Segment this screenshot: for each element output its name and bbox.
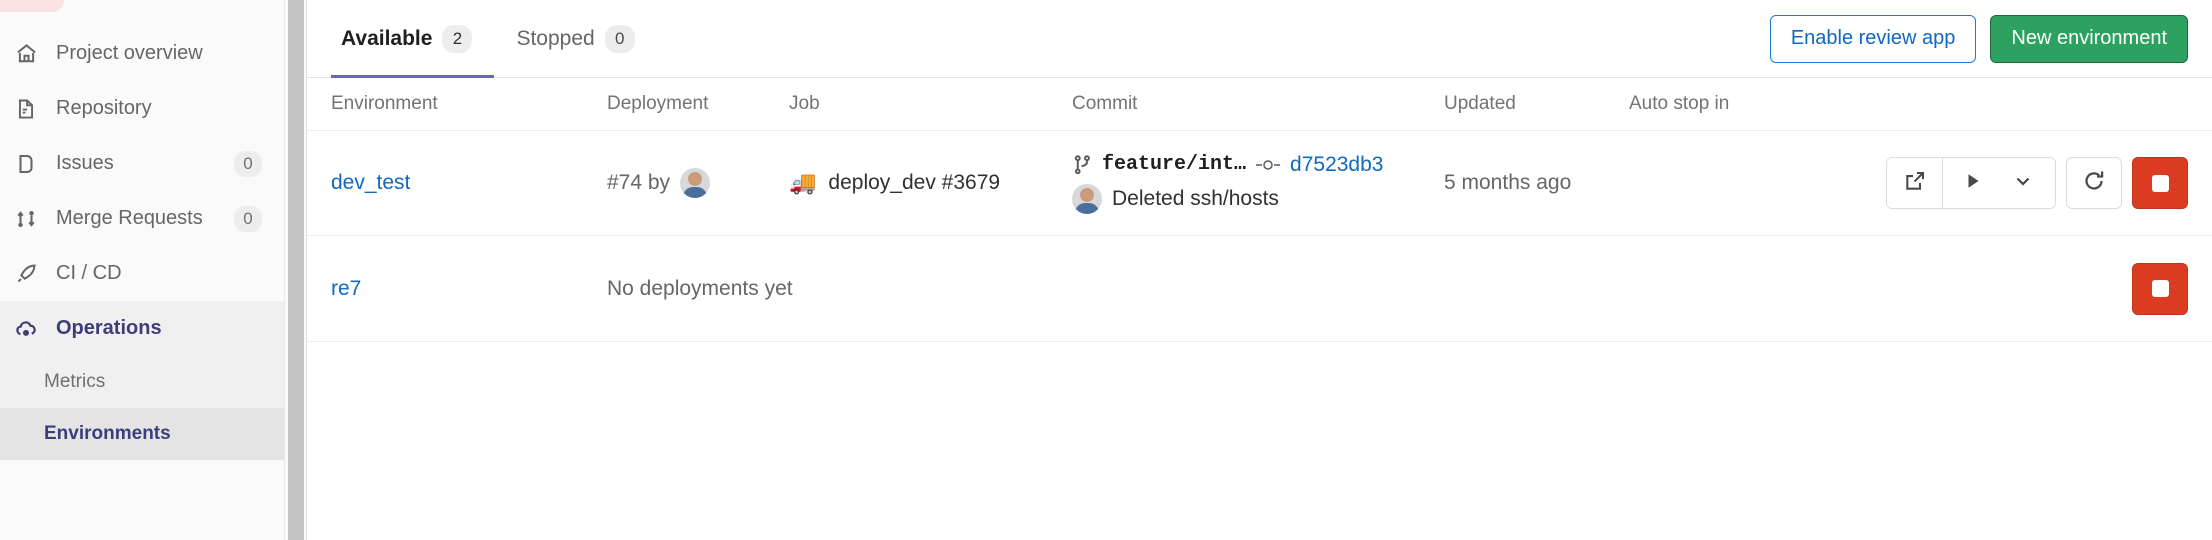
home-icon	[14, 42, 38, 66]
issue-icon	[14, 152, 38, 176]
document-icon	[14, 97, 38, 121]
environments-table: Environment Deployment Job Commit Update…	[307, 78, 2212, 342]
updated-timestamp: 5 months ago	[1444, 171, 1571, 194]
column-header-job: Job	[789, 93, 1072, 115]
no-deployments-text: No deployments yet	[607, 277, 793, 300]
tab-stopped[interactable]: Stopped 0	[494, 0, 656, 78]
chevron-down-icon	[2013, 171, 2033, 196]
job-name: deploy_dev #3679	[828, 171, 1000, 195]
deployment-cell: #74 by	[607, 168, 789, 198]
main-content: Available 2 Stopped 0 Enable review app …	[307, 0, 2212, 540]
cloud-gear-icon	[14, 317, 38, 341]
tab-label: Available	[341, 27, 432, 51]
issues-count-badge: 0	[234, 151, 262, 177]
column-header-auto-stop-in: Auto stop in	[1629, 93, 1869, 115]
new-environment-button[interactable]: New environment	[1990, 15, 2188, 63]
sidebar-section-label: Operations	[56, 317, 262, 340]
tab-label: Stopped	[516, 27, 594, 51]
tab-count-badge: 2	[442, 25, 472, 53]
stop-icon	[2152, 175, 2169, 192]
commit-sha-link[interactable]: d7523db3	[1290, 153, 1383, 177]
stop-environment-button[interactable]	[2132, 157, 2188, 209]
job-cell[interactable]: 🚚 deploy_dev #3679	[789, 171, 1072, 195]
page-scrollbar[interactable]	[285, 0, 307, 540]
commit-cell: feature/int… d7523db3 Deleted ssh/hosts	[1072, 153, 1444, 214]
sidebar-item-label: Issues	[56, 152, 216, 175]
play-dropdown-button[interactable]	[1999, 157, 2055, 209]
tabbar-actions: Enable review app New environment	[1770, 15, 2188, 63]
stop-icon	[2152, 280, 2169, 297]
play-button[interactable]	[1943, 157, 1999, 209]
sidebar-item-issues[interactable]: Issues 0	[0, 136, 284, 191]
sidebar-item-operations[interactable]: Operations	[0, 301, 284, 356]
row-actions	[2132, 263, 2188, 315]
sidebar-item-ci-cd[interactable]: CI / CD	[0, 246, 284, 301]
rocket-icon	[14, 262, 38, 286]
sidebar-subitem-label: Metrics	[44, 371, 105, 393]
branch-icon	[1072, 154, 1093, 175]
row-actions	[1886, 157, 2188, 209]
gitlab-environments-page: Project overview Repository Issues	[0, 0, 2212, 540]
redeploy-button[interactable]	[2066, 157, 2122, 209]
tab-count-badge: 0	[605, 25, 635, 53]
retry-icon	[2082, 169, 2106, 198]
primary-actions-group	[1886, 157, 2056, 209]
sidebar-subitem-metrics[interactable]: Metrics	[0, 356, 284, 408]
truck-icon: 🚚	[789, 172, 816, 194]
column-header-deployment: Deployment	[607, 93, 789, 115]
column-header-environment: Environment	[331, 93, 607, 115]
table-row: dev_test #74 by 🚚 deploy_dev #3679	[307, 130, 2212, 236]
commit-branch-name[interactable]: feature/int…	[1102, 153, 1246, 176]
sidebar-item-project-overview[interactable]: Project overview	[0, 26, 284, 81]
commit-icon	[1255, 156, 1281, 174]
commit-message: Deleted ssh/hosts	[1112, 187, 1279, 211]
external-link-button[interactable]	[1887, 157, 1943, 209]
deployment-text: #74 by	[607, 171, 670, 195]
environment-link[interactable]: dev_test	[331, 171, 410, 194]
scrollbar-thumb[interactable]	[288, 0, 304, 540]
environment-tabs: Available 2 Stopped 0	[331, 0, 657, 78]
environment-link[interactable]: re7	[331, 277, 361, 300]
merge-requests-count-badge: 0	[234, 206, 262, 232]
sidebar-subitem-environments[interactable]: Environments	[0, 408, 284, 460]
sidebar-item-label: CI / CD	[56, 262, 262, 285]
sidebar-item-label: Merge Requests	[56, 207, 216, 230]
merge-request-icon	[14, 207, 38, 231]
sidebar-item-repository[interactable]: Repository	[0, 81, 284, 136]
environments-tabbar: Available 2 Stopped 0 Enable review app …	[307, 0, 2212, 78]
sidebar-nav: Project overview Repository Issues	[0, 0, 284, 460]
table-row: re7 No deployments yet	[307, 236, 2212, 342]
column-header-updated: Updated	[1444, 93, 1629, 115]
column-header-commit: Commit	[1072, 93, 1444, 115]
enable-review-app-button[interactable]: Enable review app	[1770, 15, 1977, 63]
avatar[interactable]	[680, 168, 710, 198]
avatar[interactable]	[1072, 184, 1102, 214]
external-link-icon	[1904, 170, 1926, 197]
sidebar-item-label: Project overview	[56, 42, 262, 65]
sidebar-item-label: Repository	[56, 97, 262, 120]
sidebar: Project overview Repository Issues	[0, 0, 285, 540]
sidebar-subitem-label: Environments	[44, 423, 171, 445]
pink-chip-decoration	[0, 0, 64, 12]
tab-available[interactable]: Available 2	[331, 0, 494, 78]
play-icon	[1963, 171, 1983, 196]
table-header-row: Environment Deployment Job Commit Update…	[307, 78, 2212, 130]
sidebar-item-merge-requests[interactable]: Merge Requests 0	[0, 191, 284, 246]
stop-environment-button[interactable]	[2132, 263, 2188, 315]
